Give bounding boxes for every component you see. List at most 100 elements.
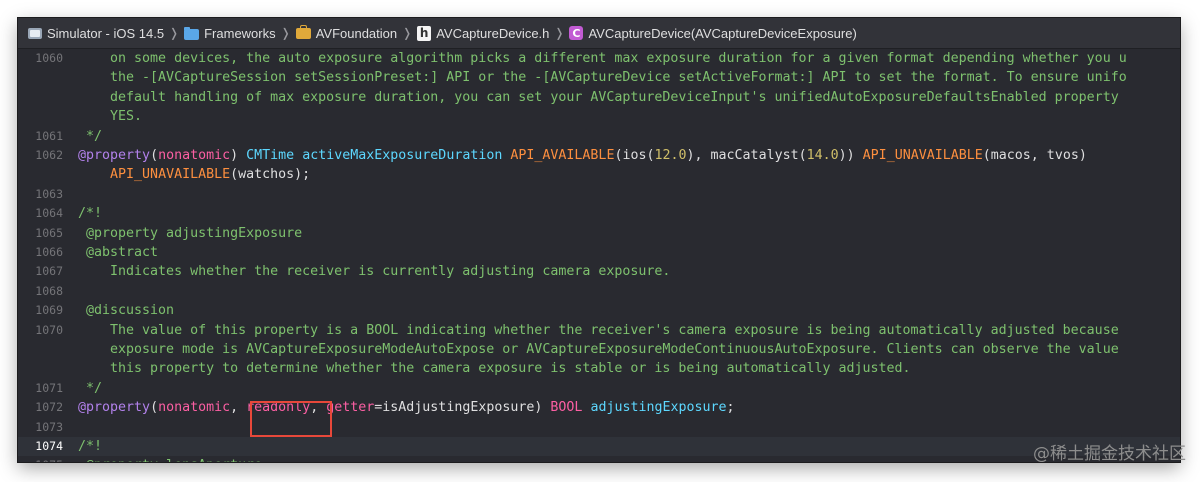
breadcrumb-chevron-icon: ❭ (280, 26, 291, 40)
code-text: @property(nonatomic, readonly, getter=is… (78, 398, 735, 417)
line-number: 1062 (35, 148, 63, 162)
line-number: 1065 (35, 225, 63, 240)
code-token: getter (326, 400, 375, 416)
line-number: 1069 (35, 303, 63, 318)
code-text: default handling of max exposure duratio… (78, 88, 1119, 107)
code-token: (watchos); (230, 167, 311, 183)
code-text: @property(nonatomic) CMTime activeMaxExp… (78, 146, 1087, 165)
line-number: 1072 (35, 400, 63, 415)
code-token: ) (230, 148, 247, 163)
line-number: 1071 (35, 380, 63, 395)
class-icon: C (569, 26, 584, 40)
code-line[interactable]: 1060 on some devices, the auto exposure … (18, 49, 1180, 68)
code-token: API_UNAVAILABLE (110, 167, 231, 183)
breadcrumb-chevron-icon: ❭ (554, 26, 565, 40)
code-text: the -[AVCaptureSession setSessionPreset:… (78, 68, 1127, 87)
watermark: @稀土掘金技术社区 (1033, 444, 1186, 464)
code-token: on some devices, the auto exposure algor… (78, 51, 1127, 66)
code-token: CMTime (246, 148, 295, 163)
code-token: */ (78, 128, 103, 144)
code-line[interactable]: 1072 @property(nonatomic, readonly, gette… (18, 398, 1180, 417)
line-number: 1064 (35, 206, 63, 221)
code-line[interactable]: 1066 @abstract (18, 243, 1180, 262)
code-line[interactable]: exposure mode is AVCaptureExposureModeAu… (18, 340, 1180, 359)
code-token: ( (150, 400, 159, 416)
code-token: exposure mode is AVCaptureExposureModeAu… (78, 342, 1119, 357)
code-line[interactable]: API_UNAVAILABLE(watchos); (18, 165, 1180, 184)
code-token: ; (726, 400, 735, 416)
code-line[interactable]: 1063 (18, 185, 1180, 204)
code-token: /*! (78, 206, 103, 222)
code-token: @discussion (78, 303, 175, 319)
code-line[interactable]: 1061 */ (18, 127, 1180, 146)
line-number: 1060 (35, 51, 63, 65)
code-line[interactable]: YES. (18, 107, 1180, 126)
code-line[interactable]: 1067 Indicates whether the receiver is c… (18, 262, 1180, 281)
code-text: @abstract (78, 243, 158, 262)
code-text: /*! (78, 204, 102, 223)
code-line[interactable]: 1064 /*! (18, 204, 1180, 223)
line-number: 1074 (35, 439, 63, 453)
code-text: */ (78, 127, 102, 146)
line-number: 1063 (35, 186, 63, 201)
code-line[interactable]: 1069 @discussion (18, 301, 1180, 320)
breadcrumb-chevron-icon: ❭ (402, 26, 413, 40)
code-token: 14.0 (806, 148, 839, 163)
line-number: 1075 (18, 456, 63, 462)
code-text: on some devices, the auto exposure algor… (78, 49, 1127, 68)
code-token: , (230, 400, 247, 416)
readonly-highlight-box (250, 401, 332, 437)
toolbox-icon (295, 24, 311, 39)
folder-icon (184, 26, 200, 40)
code-line[interactable]: 1073 (18, 418, 1180, 437)
code-token: nonatomic (158, 400, 231, 416)
code-line[interactable]: 1075 @property lensAperture (18, 456, 1180, 462)
code-token: */ (78, 380, 103, 396)
code-token: adjustingExposure (590, 400, 727, 416)
code-text: @discussion (78, 301, 174, 320)
code-token: @property (78, 400, 151, 416)
code-line[interactable]: 1070 The value of this property is a BOO… (18, 321, 1180, 340)
code-text: */ (78, 379, 102, 398)
header-file-icon: h (417, 25, 432, 41)
breadcrumb-chevron-icon: ❭ (169, 26, 180, 40)
breadcrumb-label: AVCaptureDevice.h (436, 25, 550, 41)
line-number: 1070 (35, 322, 63, 337)
code-line[interactable]: the -[AVCaptureSession setSessionPreset:… (18, 68, 1180, 87)
breadcrumb-item-4[interactable]: C AVCaptureDevice(AVCaptureDeviceExposure… (569, 26, 857, 41)
code-line[interactable]: 1074 /*! (18, 437, 1180, 457)
code-line[interactable]: 1065 @property adjustingExposure (18, 224, 1180, 243)
line-number: 1066 (35, 245, 63, 259)
code-text: this property to determine whether the c… (78, 359, 911, 378)
code-token: this property to determine whether the c… (78, 361, 911, 377)
code-token: =isAdjustingExposure) (374, 400, 551, 416)
breadcrumb-item-0[interactable]: Simulator - iOS 14.5 (28, 26, 164, 41)
code-text: Indicates whether the receiver is curren… (78, 262, 670, 281)
code-token: )) (838, 148, 863, 163)
code-token: ), macCatalyst( (686, 148, 807, 163)
xcode-window: Simulator - iOS 14.5 ❭ Frameworks ❭ AVFounda… (18, 18, 1180, 462)
code-line[interactable]: this property to determine whether the c… (18, 359, 1180, 378)
code-token: nonatomic (158, 148, 231, 163)
code-token: BOOL (550, 400, 583, 416)
code-text: /*! (78, 437, 102, 456)
code-text: @property lensAperture (78, 456, 262, 462)
breadcrumb-label: Frameworks (204, 25, 276, 41)
breadcrumb-item-3[interactable]: h AVCaptureDevice.h (417, 25, 550, 41)
source-editor[interactable]: 1075 @property lensAperture 1074 /*! 1073 10… (18, 49, 1180, 462)
breadcrumb-item-2[interactable]: AVFoundation (295, 24, 397, 41)
code-line[interactable]: default handling of max exposure duratio… (18, 88, 1180, 107)
code-line[interactable]: 1071 */ (18, 379, 1180, 398)
line-number: 1061 (35, 128, 63, 143)
breadcrumb-item-1[interactable]: Frameworks (184, 26, 276, 41)
code-token: The value of this property is a BOOL ind… (78, 322, 1119, 338)
code-token: @abstract (78, 245, 159, 260)
code-line[interactable]: 1062 @property(nonatomic) CMTime activeMa… (18, 146, 1180, 165)
code-token: ( (150, 148, 159, 163)
code-text: YES. (78, 107, 142, 126)
code-line[interactable]: 1068 (18, 282, 1180, 301)
code-token: default handling of max exposure duratio… (78, 89, 1119, 105)
code-token: activeMaxExposureDuration (302, 148, 503, 163)
code-token: (macos, tvos) (982, 148, 1087, 163)
breadcrumb-label: Simulator - iOS 14.5 (47, 25, 165, 41)
